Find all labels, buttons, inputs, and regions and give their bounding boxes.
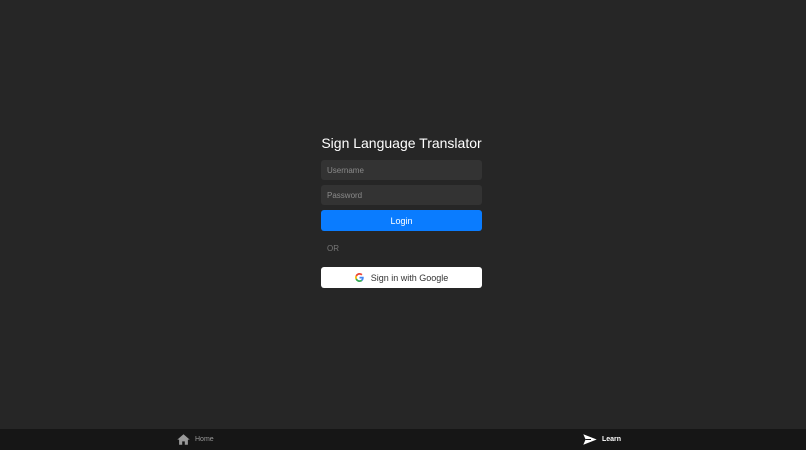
google-sign-in-label: Sign in with Google: [370, 272, 449, 283]
home-icon: [177, 434, 190, 445]
google-sign-in-button[interactable]: Sign in with Google: [321, 267, 482, 288]
tab-learn-label: Learn: [602, 436, 622, 443]
tab-home-label: Home: [195, 436, 214, 443]
paper-plane-icon: [583, 434, 597, 445]
bottom-tab-bar: Home Learn: [0, 429, 806, 450]
login-button[interactable]: Login: [321, 210, 482, 231]
login-form: Sign Language Translator Login OR Sign i…: [321, 133, 482, 288]
google-g-icon: [354, 273, 364, 282]
login-screen: Sign Language Translator Login OR Sign i…: [0, 0, 806, 450]
password-input[interactable]: [321, 185, 482, 205]
or-divider: OR: [327, 244, 339, 253]
app-title: Sign Language Translator: [321, 135, 482, 151]
tab-home[interactable]: Home: [177, 429, 214, 450]
tab-learn[interactable]: Learn: [583, 429, 621, 450]
username-input[interactable]: [321, 160, 482, 180]
